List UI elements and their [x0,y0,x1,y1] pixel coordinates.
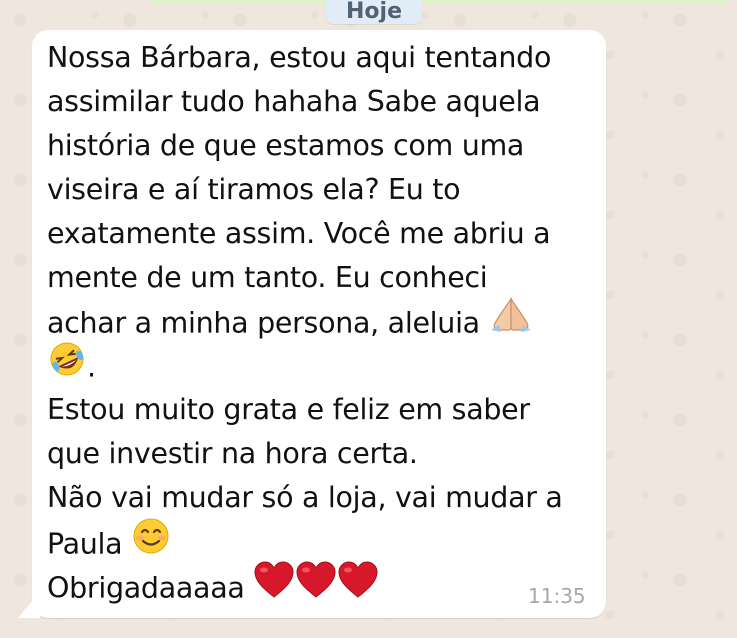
rolling-on-floor-laughing-icon [47,341,87,390]
praying-hands-icon [489,297,533,346]
message-line-8: . [47,341,599,390]
message-text: Nossa Bárbara, estou aqui tentando assim… [47,36,599,608]
message-line: Nossa Bárbara, estou aqui tentando [47,41,552,74]
message-line: viseira e aí tiramos ela? Eu to [47,173,461,206]
message-line: história de que estamos com uma [47,129,525,162]
message-line: que investir na hora certa. [47,437,418,470]
red-heart-icon [253,561,295,612]
date-separator: Hoje [326,0,422,24]
message-line-text: Obrigadaaaaa [47,571,245,605]
message-line: Estou muito grata e feliz em saber [47,393,530,426]
previous-message-bubble[interactable] [150,0,730,4]
message-line-text: . [87,350,96,384]
message-timestamp: 11:35 [528,584,586,608]
message-line: exatamente assim. Você me abriu a [47,217,551,250]
message-line-13: Obrigadaaaaa [47,561,599,608]
bubble-tail [18,592,40,618]
message-line-7: achar a minha persona, aleluia [47,297,599,346]
message-line: assimilar tudo hahaha Sabe aquela [47,85,541,118]
red-heart-icon [295,561,337,612]
smiling-face-icon [131,517,171,568]
message-line-text: Paula [47,527,123,561]
message-line: Não vai mudar só a loja, vai mudar a [47,481,563,514]
message-line-text: achar a minha persona, aleluia [47,306,480,340]
red-heart-icon [337,561,379,612]
message-line-12: Paula [47,518,599,564]
message-line: mente de um tanto. Eu conheci [47,261,488,294]
